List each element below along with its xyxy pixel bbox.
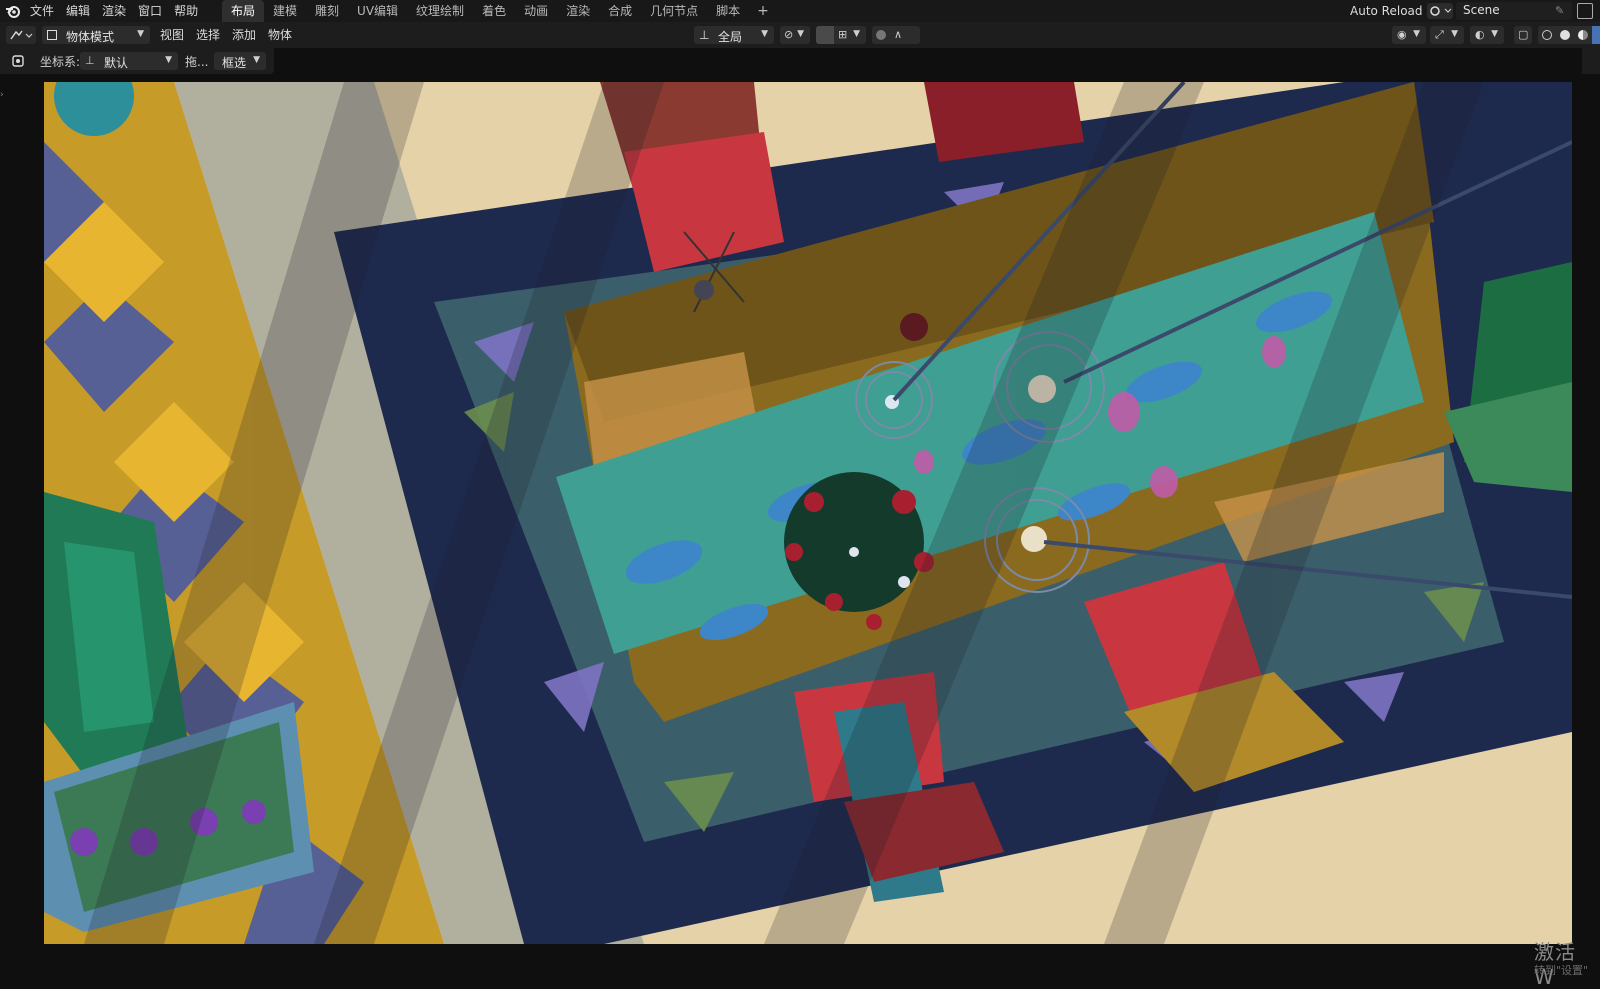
coordinate-dropdown[interactable]: ⊥ 默认 ▼ [80, 52, 178, 70]
chevron-down-icon: ▼ [1413, 29, 1420, 39]
blender-logo-icon[interactable] [5, 3, 21, 19]
chevron-down-icon: ▼ [165, 55, 172, 65]
menu-window[interactable]: 窗口 [132, 0, 168, 22]
snap-target-icon: ⊞ [838, 28, 848, 41]
add-workspace-button[interactable]: + [749, 0, 777, 22]
pivot-icon: ⊘ [784, 28, 794, 41]
new-scene-icon[interactable] [1577, 3, 1593, 19]
menu-select[interactable]: 选择 [190, 26, 226, 44]
xray-button[interactable]: ▢ [1514, 26, 1532, 44]
proportional-edit-button[interactable]: ∧ [872, 26, 920, 44]
scene-icon[interactable] [1427, 3, 1453, 19]
viewport-menus: 视图 选择 添加 物体 [154, 26, 298, 44]
eye-icon: ◉ [1397, 28, 1407, 41]
mode-dropdown[interactable]: 物体模式 ▼ [42, 26, 150, 44]
tab-texture-paint[interactable]: 纹理绘制 [407, 0, 473, 22]
magnet-icon[interactable] [816, 26, 834, 44]
tab-uv-editing[interactable]: UV编辑 [348, 0, 407, 22]
visibility-button[interactable]: ◉ ▼ [1392, 26, 1426, 44]
orientation-dropdown[interactable]: ⊥ 全局 ▼ [694, 26, 774, 44]
overlay-button[interactable]: ◐ ▼ [1470, 26, 1504, 44]
mode-label: 物体模式 [66, 30, 115, 44]
scene-name: Scene [1463, 3, 1500, 17]
overlay-icon: ◐ [1475, 28, 1485, 41]
solid-icon[interactable] [1556, 26, 1574, 44]
transform-icon[interactable] [10, 53, 26, 69]
tab-sculpting[interactable]: 雕刻 [306, 0, 348, 22]
chevron-down-icon: ▼ [1491, 29, 1498, 39]
axes-icon: ⊥ [699, 28, 710, 42]
chevron-down-icon: ▼ [137, 29, 144, 39]
chevron-down-icon: ▼ [853, 29, 860, 39]
main-menu: 文件 编辑 渲染 窗口 帮助 [24, 0, 204, 22]
drag-label: 拖... [185, 55, 209, 69]
falloff-icon: ∧ [894, 28, 903, 41]
menu-help[interactable]: 帮助 [168, 0, 204, 22]
menu-object[interactable]: 物体 [262, 26, 298, 44]
pin-icon[interactable]: ✎ [1555, 4, 1567, 17]
gizmo-button[interactable]: ⤢ ▼ [1430, 26, 1464, 44]
tool-settings-bar: 坐标系: ⊥ 默认 ▼ 拖... 框选 ▼ [0, 48, 274, 74]
orientation-label: 全局 [718, 30, 743, 44]
viewport-render[interactable] [44, 82, 1572, 944]
tab-compositing[interactable]: 合成 [599, 0, 641, 22]
chevron-down-icon: ▼ [1451, 29, 1458, 39]
material-icon[interactable] [1574, 26, 1592, 44]
tab-geometry-nodes[interactable]: 几何节点 [641, 0, 707, 22]
auto-reload-label[interactable]: Auto Reload [1350, 0, 1423, 22]
gizmo-icon: ⤢ [1435, 28, 1444, 41]
menu-render[interactable]: 渲染 [96, 0, 132, 22]
chevron-down-icon: ▼ [253, 55, 260, 65]
left-edge-marker: › [0, 90, 4, 100]
scene-render-image [44, 82, 1572, 944]
object-mode-icon [47, 30, 57, 40]
xray-icon: ▢ [1518, 28, 1529, 41]
snap-button[interactable]: ⊞ ▼ [816, 26, 866, 44]
select-mode-value: 框选 [222, 56, 247, 70]
viewport-header: 物体模式 ▼ 视图 选择 添加 物体 ⊥ 全局 ▼ ⊘ ▼ ⊞ ▼ ∧ ◉ ▼ … [0, 22, 1600, 48]
select-mode-dropdown[interactable]: 框选 ▼ [214, 52, 266, 70]
tab-shading[interactable]: 着色 [473, 0, 515, 22]
coordinate-label: 坐标系: [40, 55, 81, 69]
rendered-icon[interactable] [1592, 26, 1600, 44]
chevron-down-icon: ▼ [797, 29, 804, 39]
tab-rendering[interactable]: 渲染 [557, 0, 599, 22]
pivot-point-button[interactable]: ⊘ ▼ [780, 26, 810, 44]
tab-animation[interactable]: 动画 [515, 0, 557, 22]
activation-watermark-sub: 转到"设置" [1534, 964, 1589, 977]
menu-add[interactable]: 添加 [226, 26, 262, 44]
menu-edit[interactable]: 编辑 [60, 0, 96, 22]
tab-layout[interactable]: 布局 [222, 0, 265, 22]
coordinate-value: 默认 [104, 56, 129, 70]
wireframe-icon[interactable] [1538, 26, 1556, 44]
workspace-tabs: 布局 建模 雕刻 UV编辑 纹理绘制 着色 动画 渲染 合成 几何节点 脚本 + [222, 0, 777, 22]
editor-type-button[interactable] [6, 26, 36, 44]
proportional-edit-icon [876, 30, 886, 40]
menu-file[interactable]: 文件 [24, 0, 60, 22]
tab-modeling[interactable]: 建模 [264, 0, 306, 22]
axes-icon: ⊥ [85, 54, 95, 67]
tab-scripting[interactable]: 脚本 [707, 0, 749, 22]
menu-view[interactable]: 视图 [154, 26, 190, 44]
sidebar-toggle[interactable] [1582, 48, 1600, 74]
top-bar: 文件 编辑 渲染 窗口 帮助 布局 建模 雕刻 UV编辑 纹理绘制 着色 动画 … [0, 0, 1600, 22]
chevron-down-icon: ▼ [761, 29, 768, 39]
